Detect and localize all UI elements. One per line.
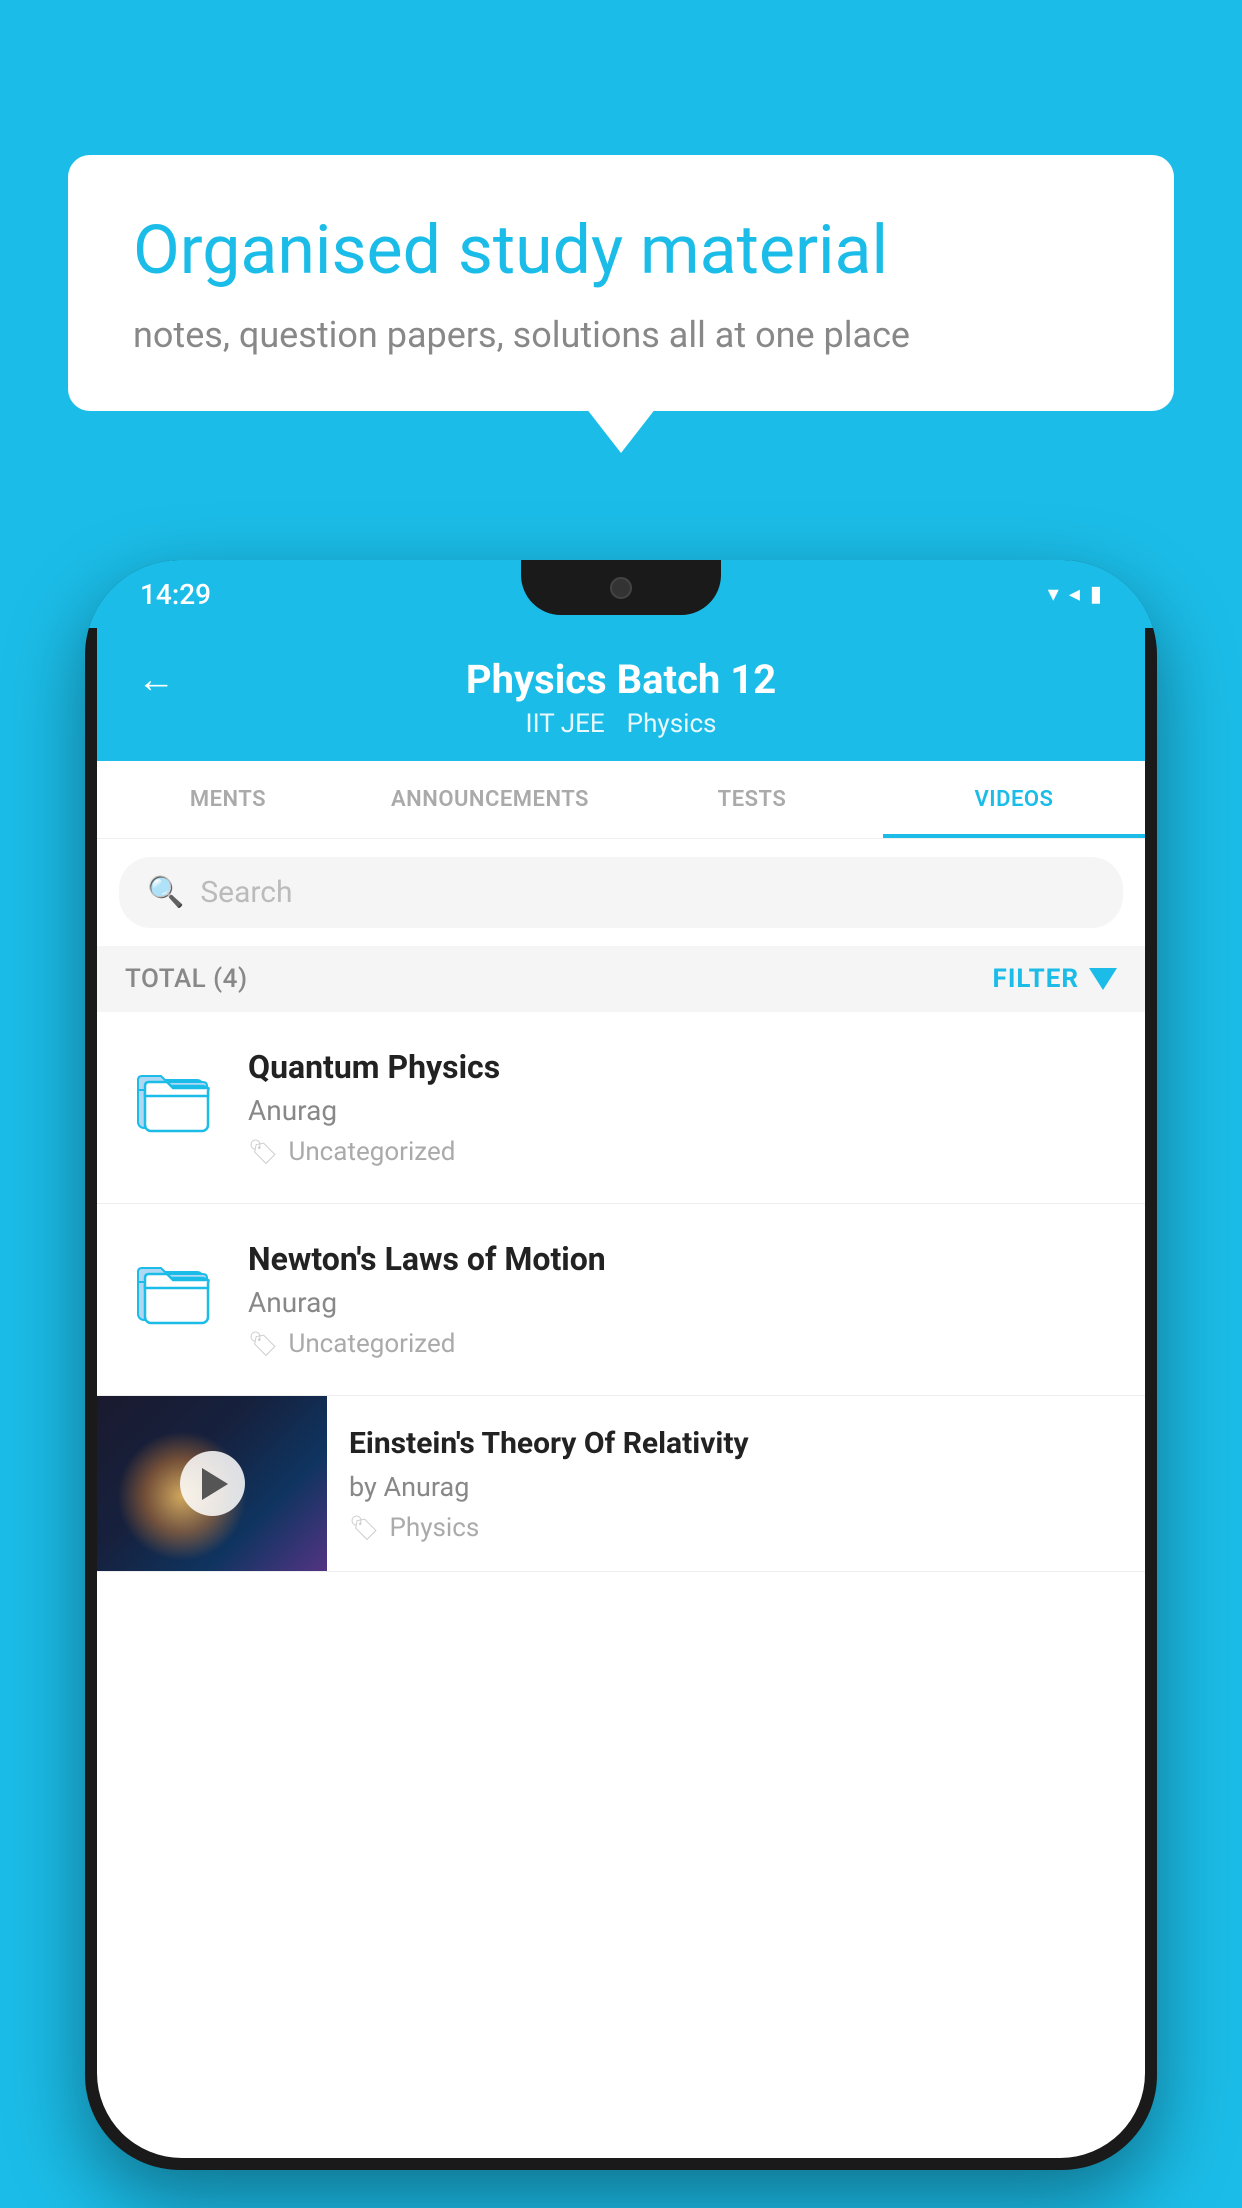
search-input[interactable]: Search: [200, 875, 292, 910]
tag-icon-2: 🏷: [248, 1330, 278, 1358]
tag-icon-1: 🏷: [248, 1138, 278, 1166]
phone-container: 14:29 ▾ ◂ ▮ ← Physics Batch 12 IIT JEE P…: [85, 560, 1157, 2208]
camera-dot: [610, 577, 632, 599]
battery-icon: ▮: [1090, 582, 1102, 607]
video-tag-3: 🏷 Physics: [349, 1513, 1123, 1543]
folder-icon: [133, 1250, 213, 1325]
speech-bubble-subtitle: notes, question papers, solutions all at…: [133, 314, 1109, 356]
phone-notch: [521, 560, 721, 615]
speech-bubble: Organised study material notes, question…: [68, 155, 1174, 411]
video-author-2: Anurag: [248, 1286, 1117, 1319]
subtitle-physics: Physics: [627, 709, 717, 739]
tab-bar: MENTS ANNOUNCEMENTS TESTS VIDEOS: [97, 761, 1145, 839]
video-thumb-2: [125, 1240, 220, 1335]
tab-ments[interactable]: MENTS: [97, 761, 359, 838]
wifi-icon: ▾: [1048, 582, 1059, 607]
tag-label-2: Uncategorized: [288, 1329, 455, 1359]
app-bar-subtitle: IIT JEE Physics: [137, 709, 1105, 739]
list-item[interactable]: Newton's Laws of Motion Anurag 🏷 Uncateg…: [97, 1204, 1145, 1396]
video-tag-2: 🏷 Uncategorized: [248, 1329, 1117, 1359]
video-author-1: Anurag: [248, 1094, 1117, 1127]
tag-icon-3: 🏷: [349, 1514, 379, 1542]
tab-videos[interactable]: VIDEOS: [883, 761, 1145, 838]
list-item[interactable]: Einstein's Theory Of Relativity by Anura…: [97, 1396, 1145, 1572]
video-tag-1: 🏷 Uncategorized: [248, 1137, 1117, 1167]
phone-screen: ← Physics Batch 12 IIT JEE Physics MENTS…: [97, 628, 1145, 2158]
subtitle-iitjee: IIT JEE: [526, 709, 605, 739]
phone-frame: 14:29 ▾ ◂ ▮ ← Physics Batch 12 IIT JEE P…: [85, 560, 1157, 2170]
tag-label-3: Physics: [389, 1513, 479, 1543]
total-label: TOTAL (4): [125, 964, 248, 994]
tag-label-1: Uncategorized: [288, 1137, 455, 1167]
video-thumb-1: [125, 1048, 220, 1143]
video-title-3: Einstein's Theory Of Relativity: [349, 1424, 1123, 1463]
search-icon: 🔍: [147, 875, 184, 910]
app-bar: ← Physics Batch 12 IIT JEE Physics: [97, 628, 1145, 761]
video-title-1: Quantum Physics: [248, 1048, 1117, 1086]
search-container: 🔍 Search: [97, 839, 1145, 946]
filter-row: TOTAL (4) FILTER: [97, 946, 1145, 1012]
video-author-3: by Anurag: [349, 1471, 1123, 1503]
search-bar[interactable]: 🔍 Search: [119, 857, 1123, 928]
tab-announcements[interactable]: ANNOUNCEMENTS: [359, 761, 621, 838]
app-bar-title: Physics Batch 12: [466, 656, 776, 703]
back-button[interactable]: ←: [137, 658, 175, 702]
list-item[interactable]: Quantum Physics Anurag 🏷 Uncategorized: [97, 1012, 1145, 1204]
speech-bubble-container: Organised study material notes, question…: [68, 155, 1174, 411]
video-thumbnail-3: [97, 1396, 327, 1571]
status-bar: 14:29 ▾ ◂ ▮: [85, 560, 1157, 628]
filter-button[interactable]: FILTER: [993, 964, 1117, 994]
play-triangle-icon: [202, 1468, 228, 1500]
signal-icon: ◂: [1069, 582, 1080, 607]
folder-icon: [133, 1058, 213, 1133]
play-button[interactable]: [180, 1451, 245, 1516]
video-info-2: Newton's Laws of Motion Anurag 🏷 Uncateg…: [248, 1240, 1117, 1359]
status-icons: ▾ ◂ ▮: [1048, 582, 1102, 607]
tab-tests[interactable]: TESTS: [621, 761, 883, 838]
video-title-2: Newton's Laws of Motion: [248, 1240, 1117, 1278]
video-info-1: Quantum Physics Anurag 🏷 Uncategorized: [248, 1048, 1117, 1167]
status-time: 14:29: [140, 578, 211, 611]
video-list: Quantum Physics Anurag 🏷 Uncategorized: [97, 1012, 1145, 1572]
filter-icon: [1089, 968, 1117, 990]
app-bar-top: ← Physics Batch 12: [137, 656, 1105, 703]
video-info-3: Einstein's Theory Of Relativity by Anura…: [327, 1396, 1145, 1571]
speech-bubble-title: Organised study material: [133, 210, 1109, 292]
filter-label: FILTER: [993, 964, 1079, 994]
